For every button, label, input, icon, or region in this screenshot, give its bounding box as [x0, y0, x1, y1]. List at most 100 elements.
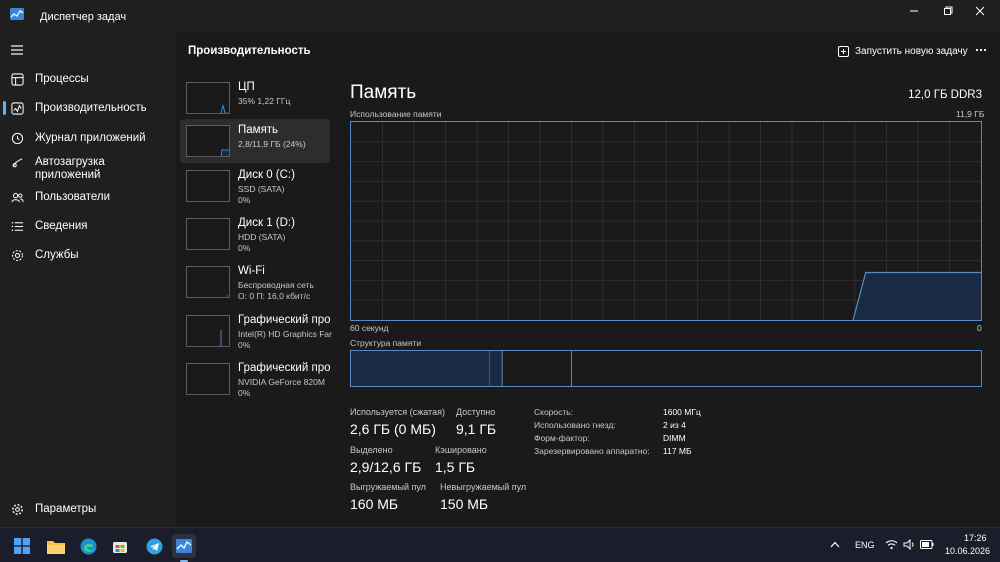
details-icon: [10, 219, 24, 233]
close-button[interactable]: [962, 0, 998, 22]
perf-item-name: Wi-Fi: [238, 265, 265, 277]
perf-item-name: Память: [238, 124, 279, 136]
perf-item-detail: Беспроводная сеть: [238, 280, 314, 290]
perf-item-disk-0[interactable]: Диск 0 (C:) SSD (SATA) 0%: [180, 164, 330, 208]
sidebar-item-startup[interactable]: Автозагрузка приложений: [0, 153, 176, 185]
available-label: Доступно: [456, 407, 496, 417]
prop-value-form-factor: DIMM: [663, 433, 686, 443]
new-task-icon: [838, 45, 849, 57]
minimize-button[interactable]: [896, 0, 932, 22]
cpu-thumbnail-graph: [186, 82, 230, 114]
users-icon: [10, 190, 24, 204]
close-icon: [975, 6, 985, 16]
perf-item-detail: 0%: [238, 243, 251, 253]
start-button[interactable]: [10, 534, 34, 558]
task-manager-icon: [176, 539, 192, 553]
structure-in-use-segment: [351, 351, 490, 386]
prop-label-speed: Скорость:: [534, 407, 574, 417]
sidebar-item-label: Пользователи: [35, 190, 111, 203]
perf-item-detail: HDD (SATA): [238, 232, 286, 242]
task-manager-taskbar-button[interactable]: [172, 534, 196, 562]
sidebar-item-processes[interactable]: Процессы: [0, 65, 176, 93]
clock-time[interactable]: 17:26: [964, 533, 987, 543]
perf-item-cpu[interactable]: ЦП 35% 1,22 ГГц: [180, 76, 330, 120]
committed-value: 2,9/12,6 ГБ: [350, 459, 422, 475]
maximize-button[interactable]: [930, 0, 966, 22]
clock-date[interactable]: 10.06.2026: [945, 546, 990, 556]
title-bar: Диспетчер задач: [0, 0, 1000, 32]
time-zero-label: 0: [977, 323, 982, 333]
sidebar-item-services[interactable]: Службы: [0, 241, 176, 269]
perf-item-name: Графический про: [238, 314, 331, 326]
perf-item-wifi[interactable]: Wi-Fi Беспроводная сеть О: 0 П: 16,0 кби…: [180, 260, 330, 304]
prop-value-speed: 1600 МГц: [663, 407, 701, 417]
sidebar-item-app-history[interactable]: Журнал приложений: [0, 124, 176, 152]
services-icon: [10, 248, 24, 262]
hamburger-menu-icon[interactable]: [10, 44, 24, 56]
perf-item-detail: Intel(R) HD Graphics Far: [238, 329, 332, 339]
edge-icon: [80, 538, 96, 554]
in-use-label: Используется (сжатая): [350, 407, 445, 417]
memory-usage-max: 11,9 ГБ: [956, 109, 985, 119]
more-options-button[interactable]: [974, 44, 988, 56]
run-new-task-label: Запустить новую задачу: [855, 45, 968, 57]
committed-label: Выделено: [350, 445, 393, 455]
sidebar-item-label: Производительность: [35, 101, 147, 114]
processes-icon: [10, 72, 24, 86]
paged-pool-label: Выгружаемый пул: [350, 482, 426, 492]
perf-item-name: Графический про: [238, 362, 331, 374]
volume-icon[interactable]: [903, 539, 916, 550]
memory-structure-bar: [350, 350, 982, 387]
time-range-label: 60 секунд: [350, 323, 389, 333]
cached-label: Кэшировано: [435, 445, 487, 455]
gpu0-thumbnail-graph: [186, 315, 230, 347]
sidebar-item-label: Автозагрузка приложений: [35, 156, 105, 181]
sidebar-item-label: Процессы: [35, 72, 89, 85]
sidebar-item-details[interactable]: Сведения: [0, 212, 176, 240]
disk1-thumbnail-graph: [186, 218, 230, 250]
sidebar-item-performance[interactable]: Производительность: [0, 94, 176, 122]
folder-icon: [47, 540, 65, 554]
gpu1-thumbnail-graph: [186, 363, 230, 395]
telegram-button[interactable]: [142, 534, 166, 558]
file-explorer-button[interactable]: [44, 534, 68, 558]
taskbar: ENG 17:26 10.06.2026: [0, 527, 1000, 562]
battery-icon[interactable]: [920, 540, 934, 549]
structure-modified-segment: [489, 351, 503, 386]
perf-item-gpu-0[interactable]: Графический про Intel(R) HD Graphics Far…: [180, 309, 332, 353]
store-icon: [113, 542, 127, 553]
app-history-icon: [10, 131, 24, 145]
perf-item-memory[interactable]: Память 2,8/11,9 ГБ (24%): [180, 119, 330, 163]
memory-usage-label: Использование памяти: [350, 109, 442, 119]
wifi-icon[interactable]: [885, 539, 898, 550]
minimize-icon: [910, 10, 918, 12]
memory-structure-label: Структура памяти: [350, 338, 422, 348]
chevron-up-icon[interactable]: [830, 541, 840, 548]
detail-title: Память: [350, 82, 417, 103]
memory-structure-svg: [351, 351, 982, 386]
task-manager-app-icon: [10, 8, 24, 20]
available-value: 9,1 ГБ: [456, 421, 497, 437]
wifi-thumbnail-graph: [186, 266, 230, 298]
language-indicator[interactable]: ENG: [855, 540, 875, 550]
nonpaged-pool-value: 150 МБ: [440, 496, 489, 512]
sidebar-item-users[interactable]: Пользователи: [0, 183, 176, 211]
sidebar-item-label: Службы: [35, 248, 79, 261]
perf-item-detail: 35% 1,22 ГГц: [238, 96, 291, 106]
structure-free-segment: [572, 351, 982, 386]
perf-item-detail: О: 0 П: 16,0 кбит/с: [238, 291, 311, 301]
memory-thumbnail-graph: [186, 125, 230, 157]
run-new-task-button[interactable]: Запустить новую задачу: [838, 44, 968, 58]
prop-value-slots: 2 из 4: [663, 420, 686, 430]
disk0-thumbnail-graph: [186, 170, 230, 202]
edge-browser-button[interactable]: [76, 534, 100, 558]
main-panel: Производительность Запустить новую задач…: [176, 32, 1000, 527]
prop-value-reserved: 117 МБ: [663, 446, 692, 456]
perf-item-gpu-1[interactable]: Графический про NVIDIA GeForce 820M 0%: [180, 357, 331, 401]
memory-usage-graph-svg: [351, 122, 981, 321]
sidebar-item-settings[interactable]: Параметры: [0, 495, 176, 523]
store-button[interactable]: [108, 534, 132, 558]
page-header: Производительность Запустить новую задач…: [176, 32, 1000, 68]
perf-item-disk-1[interactable]: Диск 1 (D:) HDD (SATA) 0%: [180, 212, 330, 256]
sidebar-nav: Процессы Производительность Журнал прило…: [0, 32, 176, 527]
